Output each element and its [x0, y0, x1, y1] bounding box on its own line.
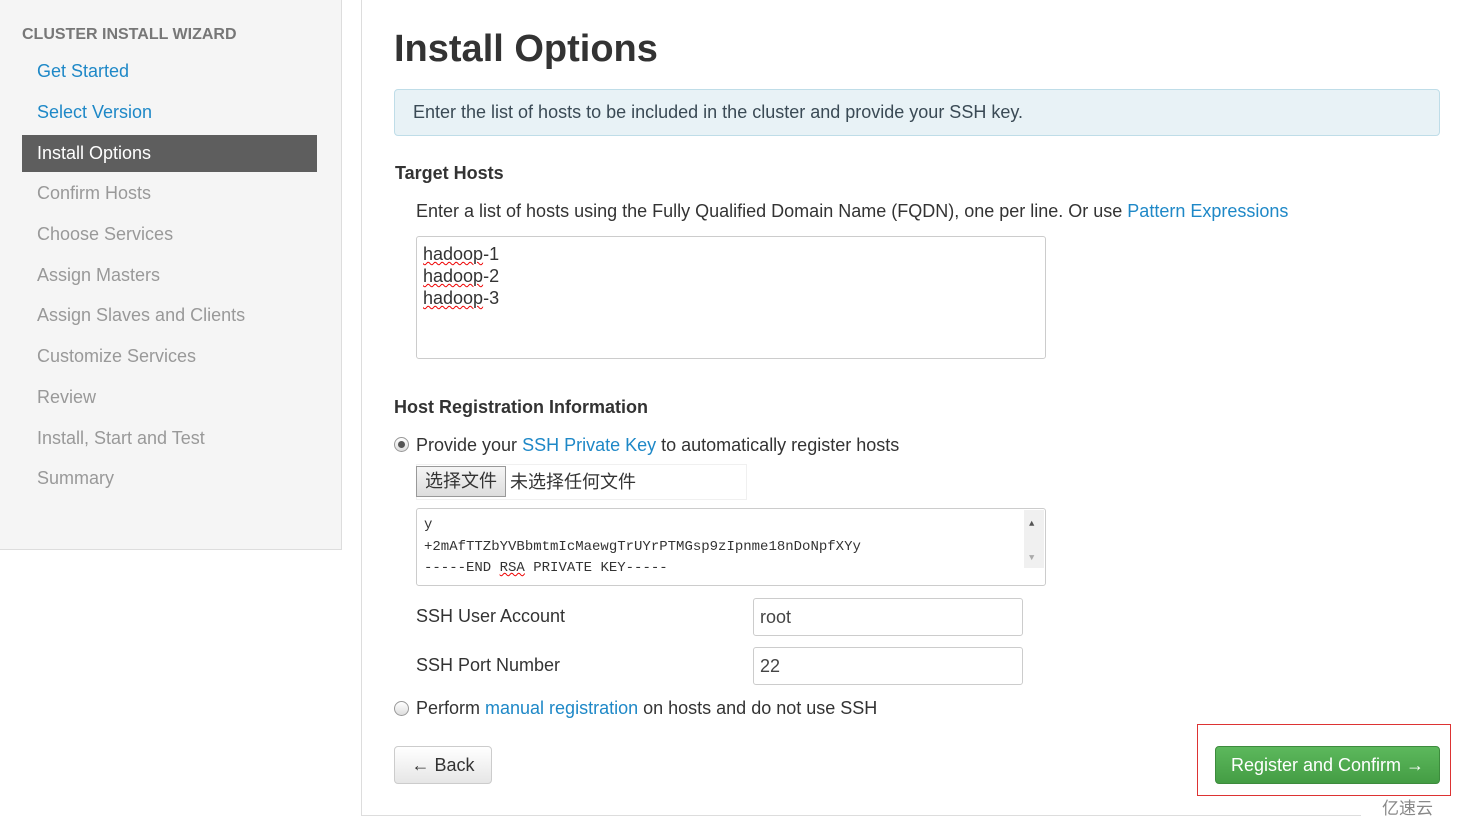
host-line: hadoop	[423, 266, 484, 286]
host-line: hadoop	[423, 244, 484, 264]
nav-confirm-hosts: Confirm Hosts	[37, 183, 152, 203]
ssh-private-key-link[interactable]: SSH Private Key	[522, 435, 656, 455]
nav-customize-services: Customize Services	[37, 346, 197, 366]
host-registration-heading: Host Registration Information	[394, 397, 649, 417]
nav-summary: Summary	[37, 468, 115, 488]
nav-get-started[interactable]: Get Started	[22, 53, 317, 90]
ssh-key-radio[interactable]	[394, 437, 409, 452]
choose-file-button[interactable]: 选择文件	[416, 466, 506, 497]
watermark-logo: 亿速云	[1382, 799, 1433, 818]
opt-text: Provide your	[416, 435, 523, 455]
nav-install-options[interactable]: Install Options	[22, 135, 317, 172]
ssh-user-input[interactable]: root	[753, 598, 1023, 636]
ssh-port-input[interactable]: 22	[753, 647, 1023, 685]
host-line-suffix: -3	[483, 288, 500, 308]
manual-registration-radio[interactable]	[394, 701, 409, 716]
wizard-sidebar: CLUSTER INSTALL WIZARD Get Started Selec…	[0, 0, 342, 550]
host-line: hadoop	[423, 288, 484, 308]
manual-registration-link[interactable]: manual registration	[485, 698, 638, 718]
nav-choose-services: Choose Services	[37, 224, 174, 244]
key-line: PRIVATE KEY-----	[524, 560, 668, 576]
target-hosts-heading: Target Hosts	[395, 163, 504, 183]
key-line: -----END	[424, 560, 500, 576]
ssh-port-label: SSH Port Number	[416, 655, 561, 675]
info-alert: Enter the list of hosts to be included i…	[394, 89, 1440, 136]
page-title: Install Options	[394, 28, 658, 70]
manual-option-label: Perform manual registration on hosts and…	[416, 698, 877, 719]
nav-select-version[interactable]: Select Version	[22, 94, 317, 131]
divider	[361, 0, 362, 816]
ssh-key-option-label: Provide your SSH Private Key to automati…	[416, 435, 899, 456]
register-confirm-button[interactable]: Register and Confirm →	[1215, 746, 1440, 784]
opt-text: Perform	[416, 698, 486, 718]
target-hosts-desc: Enter a list of hosts using the Fully Qu…	[416, 201, 1288, 222]
nav-assign-slaves: Assign Slaves and Clients	[37, 305, 246, 325]
host-line-suffix: -1	[483, 244, 500, 264]
pattern-expressions-link[interactable]: Pattern Expressions	[1127, 201, 1288, 221]
back-button[interactable]: ← Back	[394, 746, 492, 784]
nav-assign-masters: Assign Masters	[37, 265, 161, 285]
key-line: RSA	[499, 560, 525, 576]
ssh-user-label: SSH User Account	[416, 606, 566, 626]
textarea-scrollbar[interactable]: ▲ ▼	[1024, 510, 1044, 568]
nav-review: Review	[37, 387, 97, 407]
nav-install-start-test: Install, Start and Test	[37, 428, 205, 448]
file-status: 未选择任何文件	[510, 472, 636, 492]
wizard-title: CLUSTER INSTALL WIZARD	[22, 26, 237, 43]
opt-text: to automatically register hosts	[656, 435, 900, 455]
hosts-textarea[interactable]: hadoop-1 hadoop-2 hadoop-3	[416, 236, 1046, 359]
key-line: +2mAfTTZbYVBbmtmIcMaewgTrUYrPTMGsp9zIpnm…	[424, 538, 861, 555]
ssh-key-textarea[interactable]: y +2mAfTTZbYVBbmtmIcMaewgTrUYrPTMGsp9zIp…	[416, 508, 1046, 586]
opt-text: on hosts and do not use SSH	[638, 698, 878, 718]
host-line-suffix: -2	[483, 266, 500, 286]
key-line: y	[424, 517, 433, 533]
desc-text: Enter a list of hosts using the Fully Qu…	[416, 201, 1128, 221]
scroll-down-icon[interactable]: ▼	[1029, 548, 1034, 570]
scroll-up-icon[interactable]: ▲	[1029, 514, 1034, 536]
